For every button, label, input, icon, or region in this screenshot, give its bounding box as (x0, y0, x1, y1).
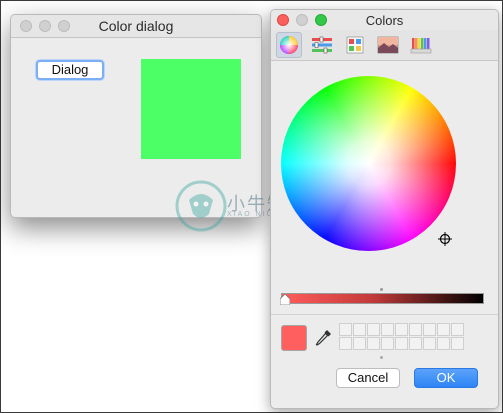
color-well[interactable] (353, 323, 366, 336)
dialog-button[interactable]: Dialog (36, 60, 104, 80)
color-well[interactable] (409, 323, 422, 336)
window-title: Colors (365, 13, 404, 28)
tab-image-palettes[interactable] (375, 32, 401, 58)
tab-color-palettes[interactable] (342, 32, 368, 58)
resize-grip[interactable] (380, 356, 383, 359)
color-well[interactable] (423, 323, 436, 336)
color-well[interactable] (423, 337, 436, 350)
tab-color-wheel[interactable] (276, 32, 302, 58)
color-well[interactable] (381, 337, 394, 350)
color-well[interactable] (367, 337, 380, 350)
color-wheel-icon (280, 36, 298, 54)
custom-colors-grid (339, 323, 464, 350)
color-dialog-titlebar[interactable]: Color dialog (11, 15, 261, 38)
ok-button[interactable]: OK (414, 368, 478, 388)
color-palettes-icon (346, 36, 364, 54)
color-well[interactable] (395, 337, 408, 350)
eyedropper-icon[interactable] (315, 328, 333, 348)
slider-center-mark (380, 288, 383, 291)
color-wheel[interactable] (281, 76, 456, 251)
divider (271, 314, 498, 315)
color-well[interactable] (353, 337, 366, 350)
color-well[interactable] (437, 337, 450, 350)
crosshair-icon[interactable] (438, 232, 452, 246)
color-well[interactable] (339, 323, 352, 336)
color-sliders-icon (312, 36, 332, 54)
tab-color-sliders[interactable] (309, 32, 335, 58)
color-well[interactable] (395, 323, 408, 336)
pencils-icon (410, 38, 432, 54)
color-preview-swatch (141, 59, 241, 159)
watermark-logo (175, 180, 227, 232)
slider-knob-icon[interactable] (280, 294, 290, 305)
color-well[interactable] (437, 323, 450, 336)
color-well[interactable] (409, 337, 422, 350)
color-well[interactable] (339, 337, 352, 350)
color-wheel-disc[interactable] (281, 76, 456, 251)
colors-panel: Colors Cancel OK (270, 9, 499, 409)
color-well[interactable] (381, 323, 394, 336)
colors-titlebar[interactable]: Colors (271, 10, 498, 30)
color-well[interactable] (367, 323, 380, 336)
tab-pencils[interactable] (408, 32, 434, 58)
window-title: Color dialog (98, 18, 174, 34)
color-well[interactable] (451, 337, 464, 350)
color-well[interactable] (451, 323, 464, 336)
image-palettes-icon (377, 36, 399, 54)
brightness-slider[interactable] (281, 293, 484, 304)
current-color-swatch[interactable] (281, 325, 307, 351)
color-mode-toolbar (271, 30, 498, 61)
cancel-button[interactable]: Cancel (336, 368, 400, 388)
